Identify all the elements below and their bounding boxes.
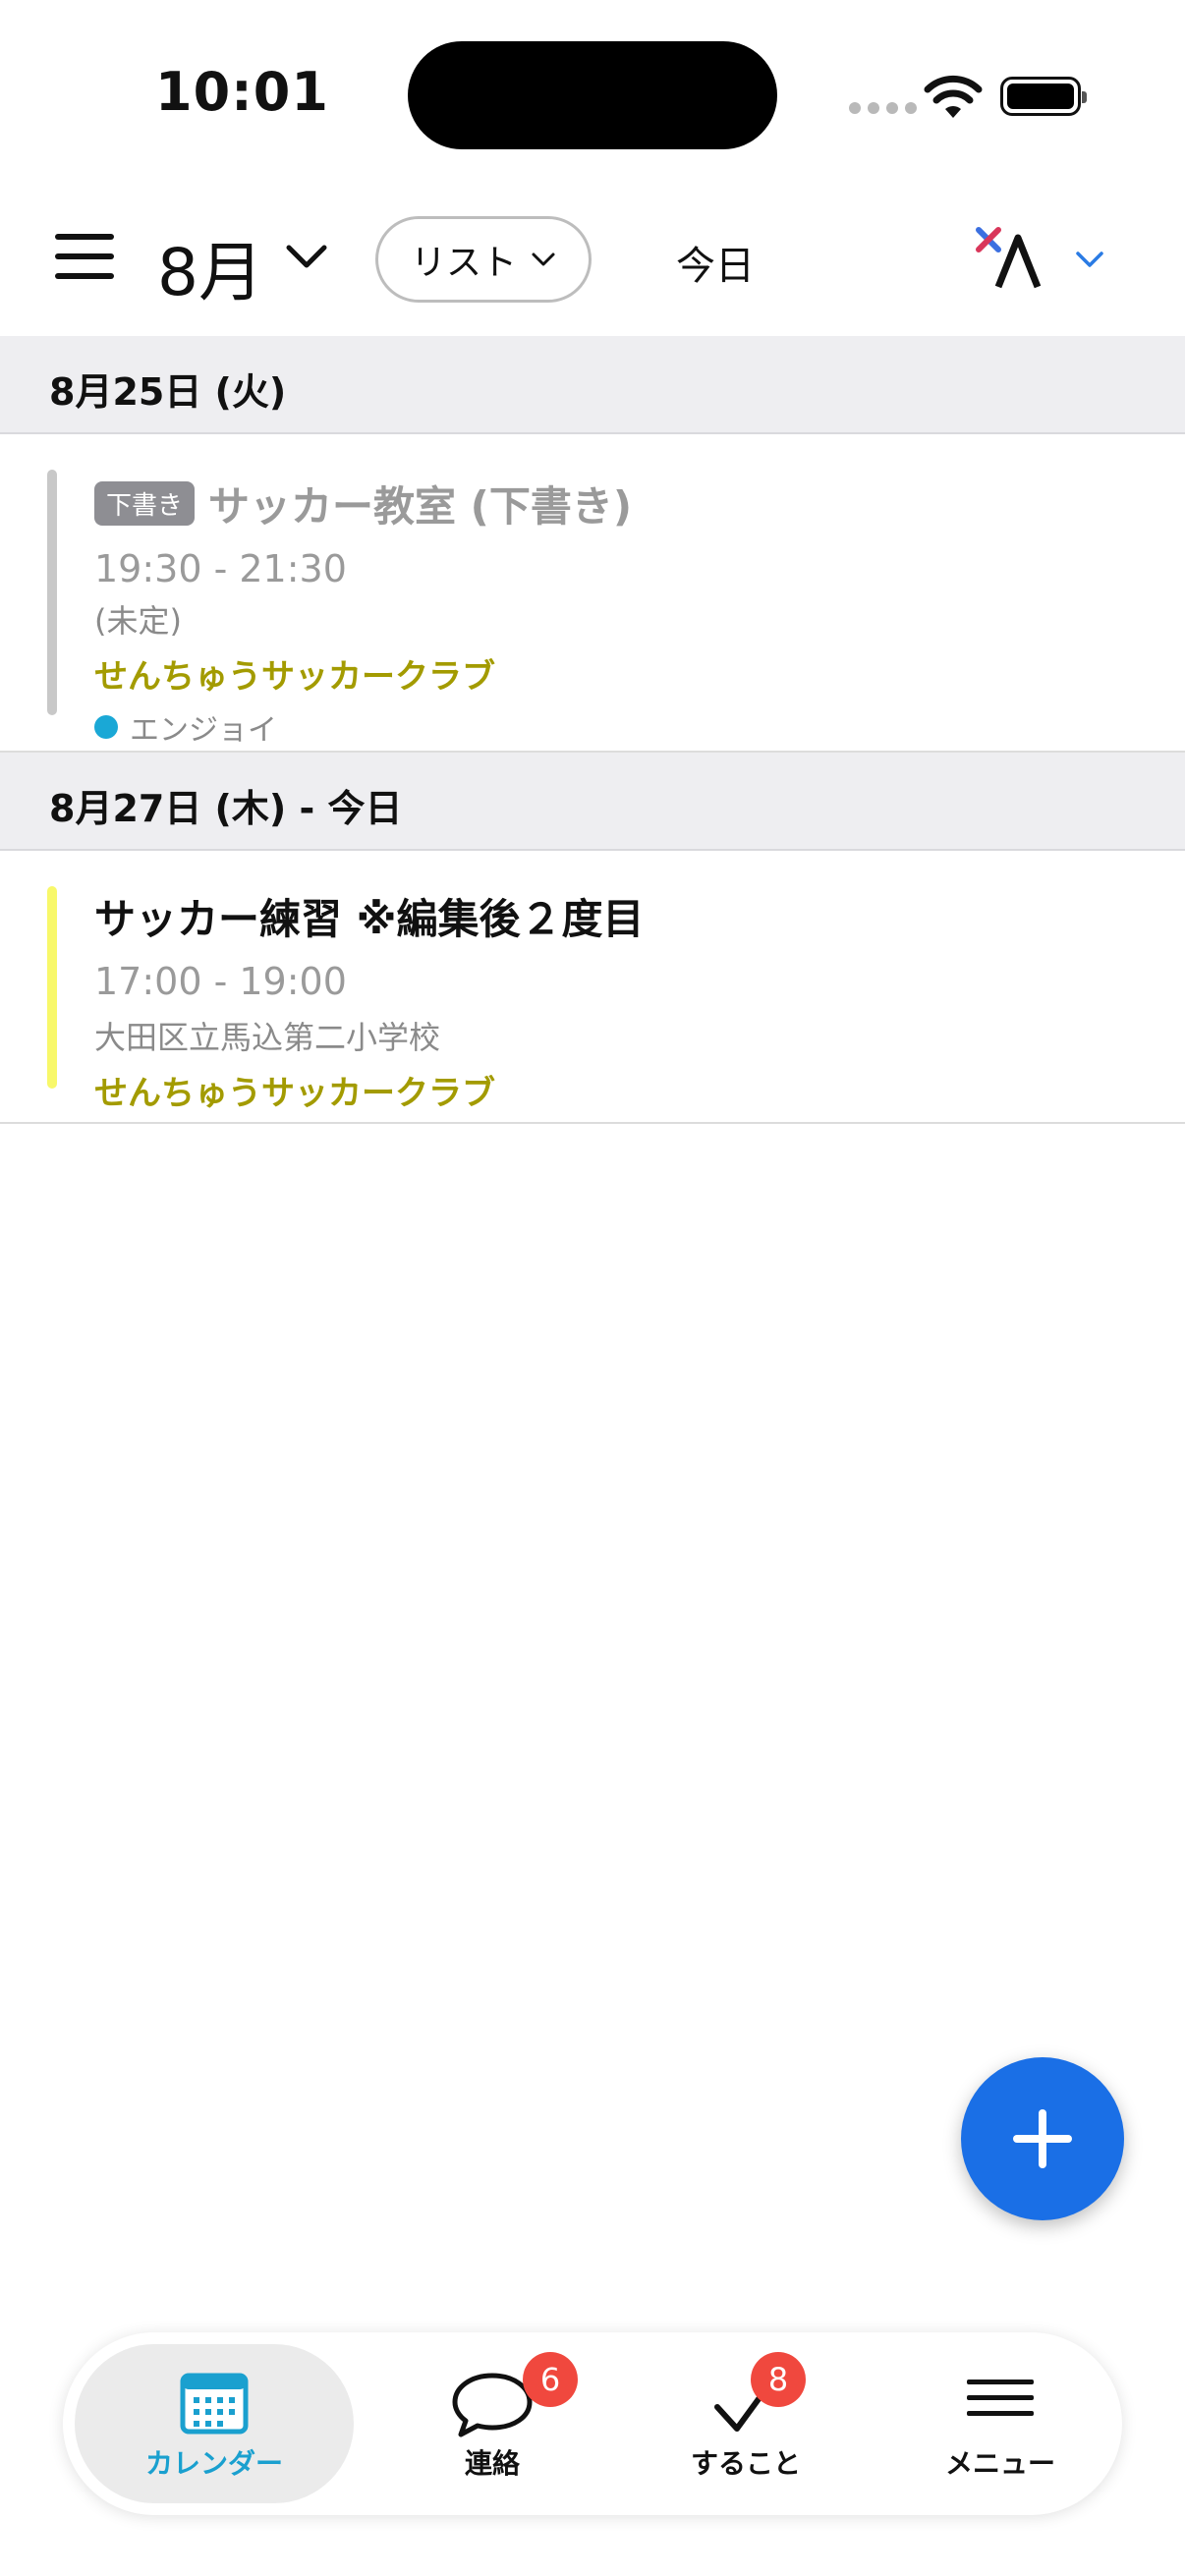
event-title: サッカー練習 ※編集後２度目 [94, 895, 645, 943]
tab-label: 連絡 [464, 2447, 520, 2480]
calendar-icon [180, 2373, 249, 2435]
date-header-label: 8月27日 (木) - 今日 [49, 787, 403, 830]
draft-badge: 下書き [94, 481, 196, 526]
unread-badge: 6 [523, 2352, 578, 2407]
cellular-signal-icon [849, 102, 917, 114]
tab-label: すること [690, 2447, 801, 2480]
menu-hamburger-icon[interactable] [55, 232, 114, 283]
view-mode-label: リスト [410, 243, 517, 283]
team-switch-chevron-icon[interactable] [1075, 250, 1104, 269]
team-logo-icon[interactable] [973, 224, 1061, 291]
tab-todo[interactable]: 8 すること [643, 2344, 849, 2503]
event-place: 大田区立馬込第二小学校 [94, 1019, 441, 1056]
todo-badge: 8 [751, 2352, 806, 2407]
date-header-label: 8月25日 (火) [49, 370, 287, 414]
event-club: せんちゅうサッカークラブ [94, 657, 495, 697]
event-tag: エンジョイ [94, 705, 632, 749]
event-time: 19:30 - 21:30 [94, 547, 347, 590]
bottom-tab-bar: カレンダー 6 連絡 8 すること メニュー [63, 2332, 1122, 2515]
tab-calendar[interactable]: カレンダー [75, 2344, 354, 2503]
tab-messages[interactable]: 6 連絡 [389, 2344, 595, 2503]
event-place: (未定) [94, 602, 182, 640]
menu-lines-icon [967, 2380, 1034, 2416]
chevron-down-icon [532, 252, 555, 266]
tab-label: カレンダー [144, 2447, 283, 2480]
today-button[interactable]: 今日 [676, 234, 755, 291]
event-time: 17:00 - 19:00 [94, 960, 347, 1003]
event-item[interactable]: サッカー練習 ※編集後２度目 17:00 - 19:00 大田区立馬込第二小学校… [0, 851, 1185, 1124]
add-event-button[interactable] [961, 2057, 1124, 2220]
event-color-bar [47, 886, 57, 1089]
tag-color-dot [94, 715, 118, 739]
wifi-icon [924, 75, 983, 118]
date-header: 8月27日 (木) - 今日 [0, 753, 1185, 851]
event-item[interactable]: 下書き サッカー教室 (下書き) 19:30 - 21:30 (未定) せんちゅ… [0, 434, 1185, 753]
battery-icon [1000, 77, 1087, 116]
tab-menu[interactable]: メニュー [892, 2344, 1108, 2503]
event-color-bar [47, 470, 57, 715]
tab-label: メニュー [944, 2447, 1055, 2480]
date-header: 8月25日 (火) [0, 336, 1185, 434]
event-club: せんちゅうサッカークラブ [94, 1074, 495, 1113]
chevron-down-icon[interactable] [285, 244, 328, 271]
status-time: 10:01 [155, 61, 329, 123]
event-tag-label: エンジョイ [130, 713, 277, 748]
event-title: サッカー教室 (下書き) [208, 482, 633, 531]
month-title[interactable]: 8月 [157, 220, 263, 314]
chat-bubble-icon [452, 2373, 533, 2437]
dynamic-island [408, 41, 777, 149]
view-mode-dropdown[interactable]: リスト [375, 216, 592, 303]
